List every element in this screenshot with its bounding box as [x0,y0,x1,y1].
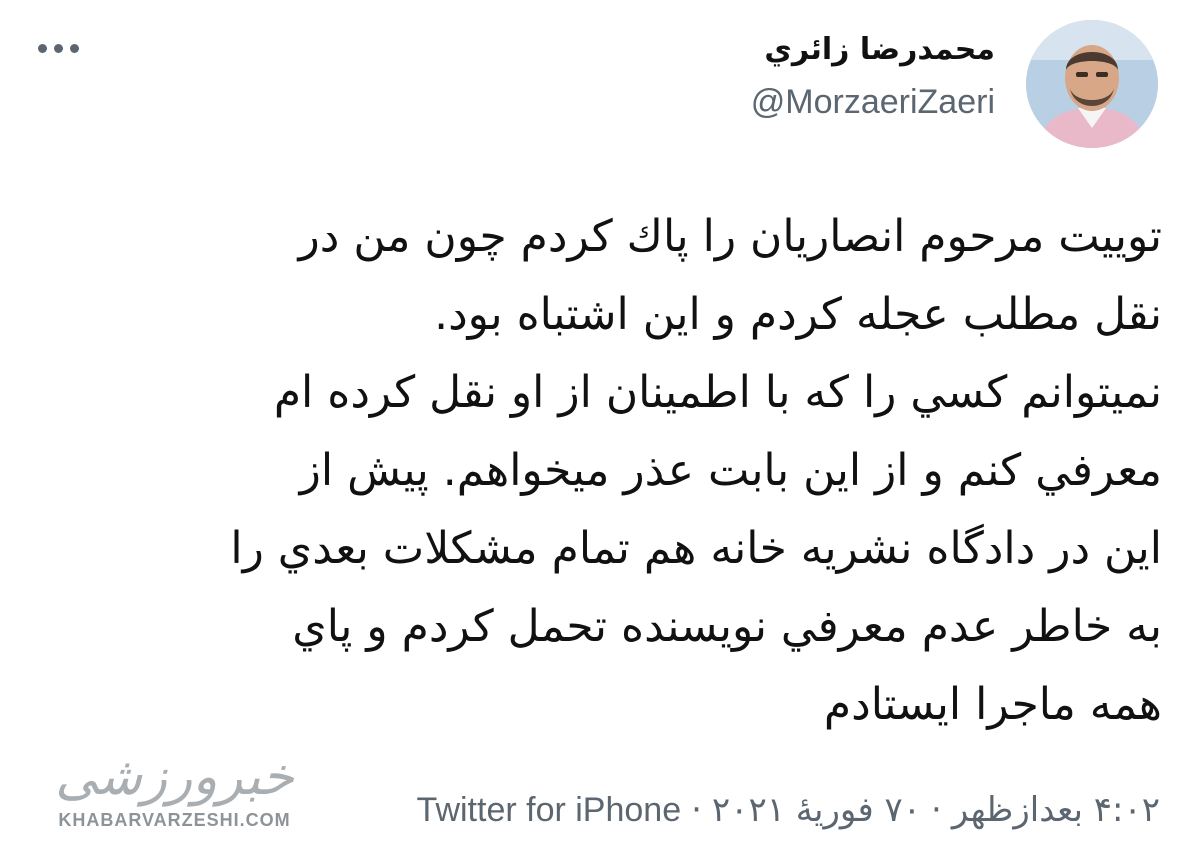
author-display-name[interactable]: محمدرضا زائري [751,28,995,72]
tweet-text-line: همه ماجرا ايستادم [823,679,1162,730]
tweet-source-link[interactable]: Twitter for iPhone [417,791,682,829]
tweet-meta: ۴:۰۲ بعدازظهر·۷۰ فوریهٔ ۲۰۲۱·Twitter for… [417,785,1160,835]
tweet-time[interactable]: ۴:۰۲ بعدازظهر [952,790,1160,830]
dot [38,43,47,53]
dot [70,43,79,53]
watermark-logo: خبرورزشی [55,747,296,807]
meta-separator: · [691,790,702,830]
site-watermark: خبرورزشی KHABARVARZESHI.COM [42,745,307,850]
avatar-photo [1026,20,1158,148]
tweet-text-line: اين در دادگاه نشريه خانه هم تمام مشكلات … [230,523,1162,574]
tweet-text: توييت مرحوم انصاريان را پاك كردم چون من … [38,198,1162,744]
watermark-site: KHABARVARZESHI.COM [58,810,291,830]
tweet-text-line: نقل مطلب عجله كردم و اين اشتباه بود. [434,289,1162,340]
tweet-date[interactable]: ۷۰ فوریهٔ ۲۰۲۱ [712,790,921,830]
author-block: محمدرضا زائري @MorzaeriZaeri [751,28,995,124]
meta-separator: · [931,790,942,830]
dot [54,43,63,53]
avatar[interactable] [1026,20,1158,148]
tweet-text-line: نميتوانم كسي را كه با اطمينان از او نقل … [273,367,1162,418]
more-options-icon[interactable] [38,36,92,60]
tweet-text-line: به خاطر عدم معرفي نويسنده تحمل كردم و پا… [292,601,1162,652]
author-handle[interactable]: @MorzaeriZaeri [751,80,995,124]
tweet-card: محمدرضا زائري @MorzaeriZaeri توييت مرحوم… [0,0,1200,868]
tweet-text-line: توييت مرحوم انصاريان را پاك كردم چون من … [298,211,1162,262]
tweet-text-line: معرفي كنم و از اين بابت عذر ميخواهم. پيش… [299,445,1162,496]
